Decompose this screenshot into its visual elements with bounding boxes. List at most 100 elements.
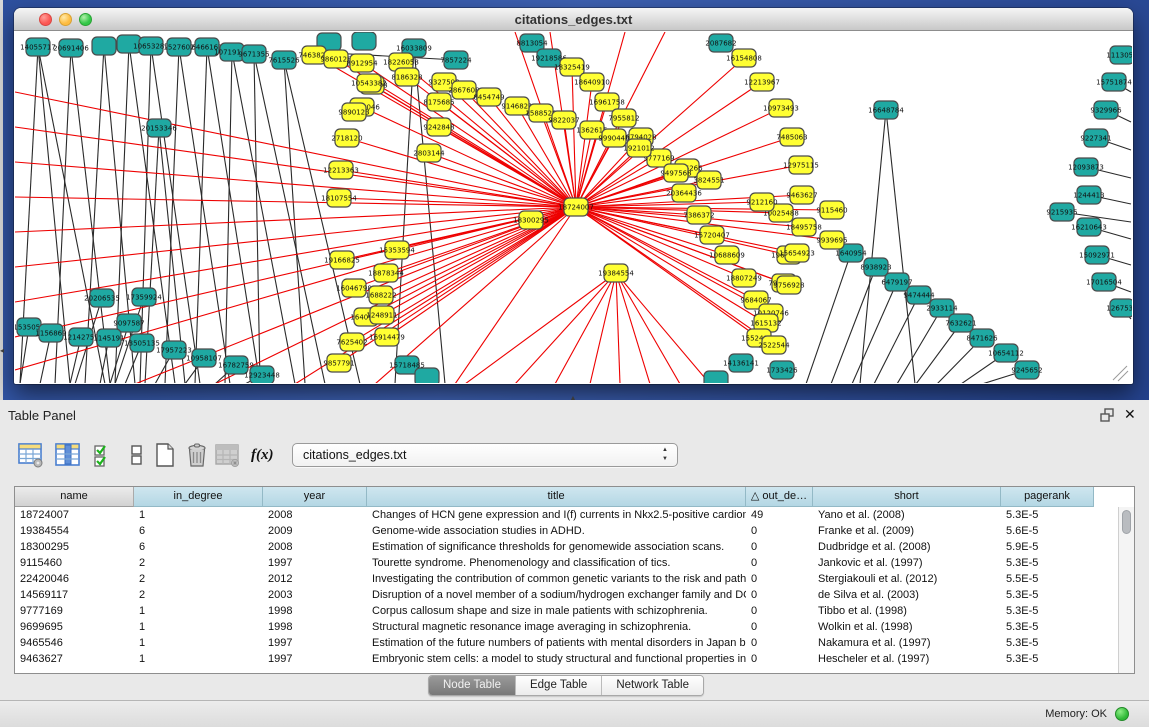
- graph-node[interactable]: 9939695: [816, 231, 847, 249]
- table-row[interactable]: 969969511998Structural magnetic resonanc…: [15, 619, 1118, 635]
- canvas-resize-grip[interactable]: [1113, 366, 1128, 381]
- graph-node[interactable]: 16648784: [868, 101, 904, 119]
- graph-node[interactable]: 2718120: [331, 129, 362, 147]
- column-header-name[interactable]: name: [15, 487, 134, 507]
- table-select[interactable]: citations_edges.txt ▲▼: [292, 443, 678, 467]
- tab-edge-table[interactable]: Edge Table: [516, 676, 602, 695]
- deselect-boxes-icon[interactable]: [124, 442, 150, 468]
- column-header-out_de[interactable]: △ out_de…: [746, 487, 813, 507]
- float-window-icon[interactable]: [1100, 408, 1116, 422]
- graph-edge[interactable]: [372, 85, 576, 207]
- tab-node-table[interactable]: Node Table: [429, 676, 516, 695]
- graph-node[interactable]: 17359924: [126, 288, 162, 306]
- graph-node[interactable]: 2087682: [705, 34, 736, 52]
- table-row[interactable]: 946554611997Estimation of the future num…: [15, 635, 1118, 651]
- window-titlebar[interactable]: citations_edges.txt: [14, 8, 1133, 31]
- graph-node[interactable]: 9227341: [1080, 129, 1111, 147]
- table-row[interactable]: 1456911722003Disruption of a novel membe…: [15, 587, 1118, 603]
- graph-edge[interactable]: [874, 295, 919, 383]
- minimize-button[interactable]: [59, 13, 72, 26]
- tab-network-table[interactable]: Network Table: [602, 676, 703, 695]
- graph-node[interactable]: 1248911: [366, 306, 397, 324]
- graph-node[interactable]: 9822037: [548, 111, 579, 129]
- graph-node[interactable]: [92, 37, 116, 55]
- close-panel-icon[interactable]: ✕: [1124, 406, 1136, 422]
- graph-node[interactable]: 9756928: [773, 276, 804, 294]
- graph-node[interactable]: 9890123: [338, 103, 369, 121]
- graph-edge[interactable]: [465, 273, 616, 383]
- column-header-title[interactable]: title: [367, 487, 746, 507]
- graph-node[interactable]: 12975115: [783, 156, 819, 174]
- graph-edge[interactable]: [195, 47, 207, 383]
- combo-stepper-icon[interactable]: ▲▼: [660, 446, 670, 464]
- graph-node[interactable]: 9329966: [1090, 101, 1122, 119]
- table-settings-icon[interactable]: [18, 442, 44, 468]
- graph-edge[interactable]: [455, 207, 576, 383]
- graph-node[interactable]: 18807249: [726, 269, 762, 287]
- graph-node[interactable]: 1244413: [1073, 186, 1104, 204]
- graph-node[interactable]: 16154808: [726, 49, 762, 67]
- graph-edge[interactable]: [15, 197, 576, 207]
- graph-node[interactable]: 7485063: [776, 128, 807, 146]
- graph-node[interactable]: 7857224: [440, 51, 472, 69]
- graph-node[interactable]: 1145191: [93, 329, 124, 347]
- graph-node[interactable]: 9671355: [238, 45, 269, 63]
- graph-edge[interactable]: [616, 273, 680, 383]
- table-row[interactable]: 1938455462009Genome-wide association stu…: [15, 523, 1118, 539]
- graph-node[interactable]: 14055717: [20, 38, 56, 56]
- graph-edge[interactable]: [860, 110, 886, 383]
- network-graph[interactable]: 1405571720691406106532871527602646616110…: [15, 32, 1132, 383]
- graph-node[interactable]: 9212160: [746, 193, 777, 211]
- graph-node[interactable]: 15751874: [1096, 73, 1132, 91]
- delete-trash-icon[interactable]: [184, 442, 210, 468]
- graph-node[interactable]: [352, 32, 376, 50]
- graph-node[interactable]: 8912954: [346, 54, 378, 72]
- graph-node[interactable]: 18107554: [321, 189, 357, 207]
- graph-edge[interactable]: [341, 170, 576, 207]
- graph-edge[interactable]: [15, 162, 576, 207]
- new-table-icon[interactable]: [152, 442, 178, 468]
- graph-node[interactable]: 7625402: [336, 333, 367, 351]
- graph-edge[interactable]: [225, 52, 232, 383]
- graph-node[interactable]: 9242848: [423, 118, 454, 136]
- graph-node[interactable]: 17016504: [1086, 273, 1122, 291]
- graph-node[interactable]: 2522544: [758, 336, 790, 354]
- graph-node[interactable]: [704, 371, 728, 383]
- graph-node[interactable]: 9115460: [816, 201, 847, 219]
- graph-edge[interactable]: [179, 47, 230, 383]
- close-button[interactable]: [39, 13, 52, 26]
- graph-node[interactable]: 9857791: [323, 354, 354, 372]
- graph-node[interactable]: 16914479: [369, 328, 405, 346]
- graph-edge[interactable]: [15, 207, 576, 232]
- graph-edge[interactable]: [852, 282, 897, 383]
- graph-edge[interactable]: [15, 207, 576, 302]
- graph-edge[interactable]: [616, 273, 710, 383]
- graph-node[interactable]: 1267533: [1106, 299, 1132, 317]
- graph-node[interactable]: 9215935: [1046, 203, 1077, 221]
- table-vertical-scrollbar[interactable]: [1118, 507, 1134, 673]
- graph-edge[interactable]: [616, 273, 620, 383]
- graph-node[interactable]: 9245652: [1011, 361, 1042, 379]
- table-row[interactable]: 946362711997Embryonic stem cells: a mode…: [15, 651, 1118, 667]
- column-header-in_degree[interactable]: in_degree: [134, 487, 263, 507]
- graph-node[interactable]: 15092971: [1079, 246, 1115, 264]
- graph-node[interactable]: 19384554: [598, 264, 634, 282]
- table-row[interactable]: 1872400712008Changes of HCN gene express…: [15, 507, 1118, 523]
- graph-node[interactable]: 20364436: [666, 184, 702, 202]
- graph-node[interactable]: 12093873: [1068, 158, 1104, 176]
- panel-collapse-arrow-icon[interactable]: ◂: [0, 345, 8, 357]
- graph-node[interactable]: [415, 368, 439, 383]
- graph-node[interactable]: 8938923: [860, 258, 891, 276]
- graph-edge[interactable]: [555, 273, 616, 383]
- graph-node[interactable]: 1733426: [766, 361, 798, 379]
- graph-node[interactable]: 7632621: [945, 314, 976, 332]
- graph-node[interactable]: 18878344: [368, 264, 404, 282]
- graph-node[interactable]: 3824551: [693, 171, 724, 189]
- graph-node[interactable]: 1921012: [623, 139, 654, 157]
- function-builder-icon[interactable]: f(x): [251, 442, 274, 468]
- zoom-button[interactable]: [79, 13, 92, 26]
- table-row[interactable]: 911546021997Tourette syndrome. Phenomeno…: [15, 555, 1118, 571]
- graph-edge[interactable]: [284, 60, 305, 383]
- graph-edge[interactable]: [886, 110, 915, 383]
- graph-node[interactable]: 8454749: [473, 88, 504, 106]
